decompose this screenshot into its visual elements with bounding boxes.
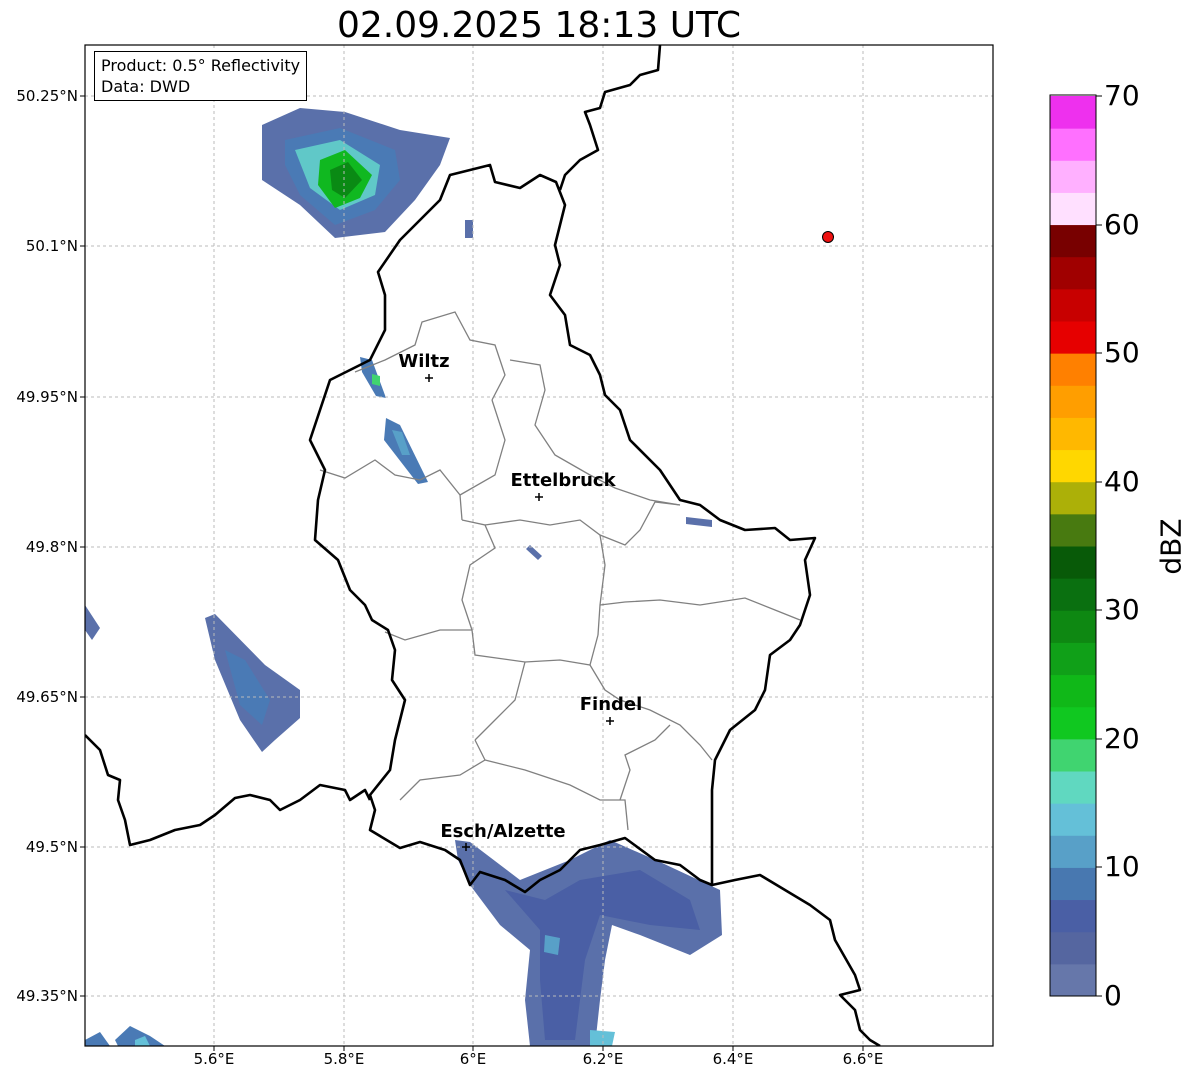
- echo-edge: [85, 605, 100, 640]
- colorbar-segment: [1050, 256, 1096, 290]
- echo-speck: [465, 220, 473, 238]
- colorbar-tick-label: 0: [1104, 979, 1122, 1012]
- colorbar-tick-label: 20: [1104, 722, 1140, 755]
- echo-east2: [526, 545, 542, 560]
- colorbar-segment: [1050, 385, 1096, 418]
- colorbar-segment: [1050, 513, 1096, 547]
- lat-label: 49.8°N: [25, 538, 78, 556]
- echo-bottom-left: [85, 1032, 110, 1046]
- colorbar-segment: [1050, 642, 1096, 676]
- ettelbruck-marker: [535, 493, 543, 501]
- colorbar-segment: [1050, 224, 1096, 258]
- colorbar-segment: [1050, 192, 1096, 226]
- colorbar-segment: [1050, 835, 1096, 868]
- colorbar-tick-label: 50: [1104, 336, 1140, 369]
- colorbar-segment: [1050, 610, 1096, 643]
- colorbar-segment: [1050, 417, 1096, 451]
- colorbar-segment: [1050, 128, 1096, 161]
- colorbar-segment: [1050, 449, 1096, 483]
- colorbar: [1050, 96, 1096, 997]
- colorbar-segment: [1050, 706, 1096, 740]
- lat-label: 49.65°N: [16, 688, 78, 706]
- colorbar-segment: [1050, 803, 1096, 836]
- border-de-south: [711, 873, 881, 1046]
- lat-label: 50.25°N: [16, 87, 78, 105]
- colorbar-segment: [1050, 96, 1096, 129]
- city-label-wiltz: Wiltz: [398, 351, 450, 372]
- colorbar-segment: [1050, 674, 1096, 708]
- radar-map: [80, 44, 1102, 1051]
- colorbar-segment: [1050, 963, 1096, 997]
- echo-south-cyan: [544, 935, 560, 955]
- colorbar-segment: [1050, 771, 1096, 804]
- colorbar-segment: [1050, 160, 1096, 193]
- echo-east: [686, 517, 712, 527]
- lat-label: 49.95°N: [16, 388, 78, 406]
- findel-marker: [606, 717, 614, 725]
- colorbar-tick-label: 10: [1104, 850, 1140, 883]
- lon-label: 6.2°E: [582, 1050, 624, 1068]
- colorbar-tick-label: 70: [1104, 79, 1140, 112]
- border-de-north: [558, 45, 662, 191]
- colorbar-ticks: [1096, 95, 1102, 997]
- location-marker: [822, 231, 834, 243]
- colorbar-segment: [1050, 738, 1096, 772]
- lat-label: 50.1°N: [25, 237, 78, 255]
- colorbar-unit-label: dBZ: [1154, 518, 1184, 575]
- colorbar-segment: [1050, 867, 1096, 901]
- colorbar-segment: [1050, 321, 1096, 354]
- colorbar-segment: [1050, 546, 1096, 579]
- colorbar-tick-label: 40: [1104, 465, 1140, 498]
- lon-label: 5.6°E: [193, 1050, 235, 1068]
- city-label-ettelbruck: Ettelbruck: [510, 470, 616, 491]
- echo-wiltz-core: [372, 374, 380, 386]
- colorbar-tick-label: 30: [1104, 593, 1140, 626]
- lon-label: 6.4°E: [712, 1050, 754, 1068]
- product-info-box: Product: 0.5° Reflectivity Data: DWD: [94, 51, 308, 101]
- colorbar-segment: [1050, 353, 1096, 386]
- colorbar-segment: [1050, 899, 1096, 933]
- colorbar-segment: [1050, 288, 1096, 322]
- colorbar-segment: [1050, 931, 1096, 965]
- border-fr-be: [85, 734, 372, 847]
- city-label-esch: Esch/Alzette: [440, 821, 566, 842]
- lon-label: 5.8°E: [323, 1050, 365, 1068]
- colorbar-segment: [1050, 481, 1096, 515]
- lon-label: 6°E: [459, 1050, 487, 1068]
- city-label-findel: Findel: [579, 694, 643, 715]
- lat-label: 49.35°N: [16, 987, 78, 1005]
- colorbar-segment: [1050, 578, 1096, 611]
- colorbar-tick-label: 60: [1104, 208, 1140, 241]
- lon-label: 6.6°E: [842, 1050, 884, 1068]
- wiltz-marker: [425, 374, 433, 382]
- data-source-label: Data: DWD: [101, 77, 191, 96]
- lat-label: 49.5°N: [25, 838, 78, 856]
- radar-echoes: [85, 108, 722, 1046]
- axis-ticks: [80, 95, 864, 1051]
- product-label: Product: 0.5° Reflectivity: [101, 56, 301, 75]
- city-markers: [425, 374, 614, 851]
